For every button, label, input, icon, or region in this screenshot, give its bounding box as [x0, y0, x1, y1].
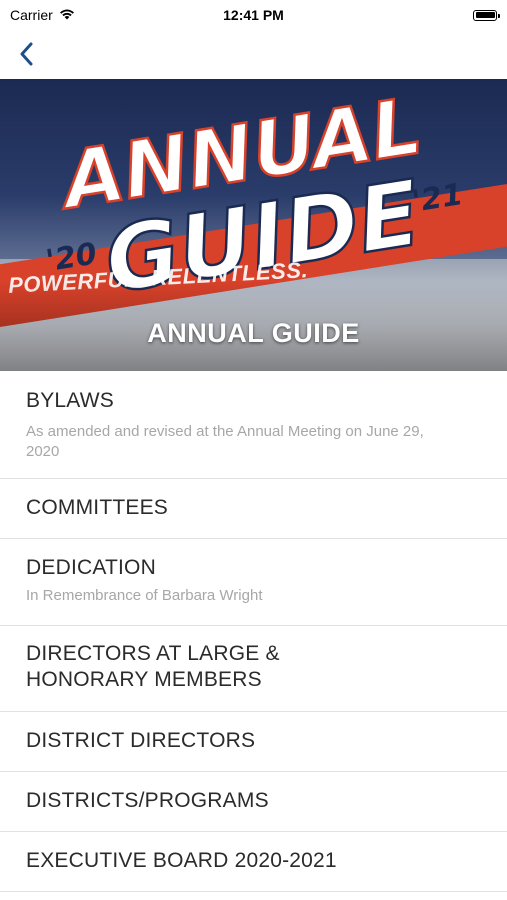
- item-title: DEDICATION: [26, 556, 156, 579]
- hero-banner: ANNUAL GUIDE '20 '21 POWERFUL. RELENTLES…: [0, 79, 507, 371]
- item-title: COMMITTEES: [26, 496, 168, 519]
- back-button[interactable]: [8, 36, 44, 72]
- item-title: DISTRICTS/PROGRAMS: [26, 789, 269, 812]
- chevron-left-icon: [20, 42, 33, 66]
- navigation-bar: [0, 30, 507, 79]
- list-item-districts-programs[interactable]: DISTRICTS/PROGRAMS: [0, 772, 507, 832]
- clock: 12:41 PM: [223, 7, 284, 23]
- status-bar: Carrier 12:41 PM: [0, 0, 507, 30]
- item-subtitle: In Remembrance of Barbara Wright: [26, 587, 263, 604]
- list-item-directors-at-large[interactable]: DIRECTORS AT LARGE & HONORARY MEMBERS: [0, 626, 507, 712]
- guide-section-list: BYLAWS As amended and revised at the Ann…: [0, 371, 507, 892]
- item-title: DISTRICT DIRECTORS: [26, 729, 256, 752]
- list-item-dedication[interactable]: DEDICATION In Remembrance of Barbara Wri…: [0, 539, 507, 626]
- battery-icon: [473, 9, 500, 21]
- item-title: EXECUTIVE BOARD 2020-2021: [26, 849, 337, 872]
- list-item-district-directors[interactable]: DISTRICT DIRECTORS: [0, 712, 507, 772]
- item-subtitle: As amended and revised at the Annual Mee…: [26, 423, 424, 460]
- list-item-bylaws[interactable]: BYLAWS As amended and revised at the Ann…: [0, 371, 507, 479]
- year-right: '21: [410, 177, 466, 220]
- hero-caption: ANNUAL GUIDE: [147, 318, 360, 348]
- list-item-committees[interactable]: COMMITTEES: [0, 479, 507, 539]
- item-title: BYLAWS: [26, 389, 114, 412]
- item-title: DIRECTORS AT LARGE & HONORARY MEMBERS: [26, 642, 280, 691]
- list-item-executive-board[interactable]: EXECUTIVE BOARD 2020-2021: [0, 832, 507, 892]
